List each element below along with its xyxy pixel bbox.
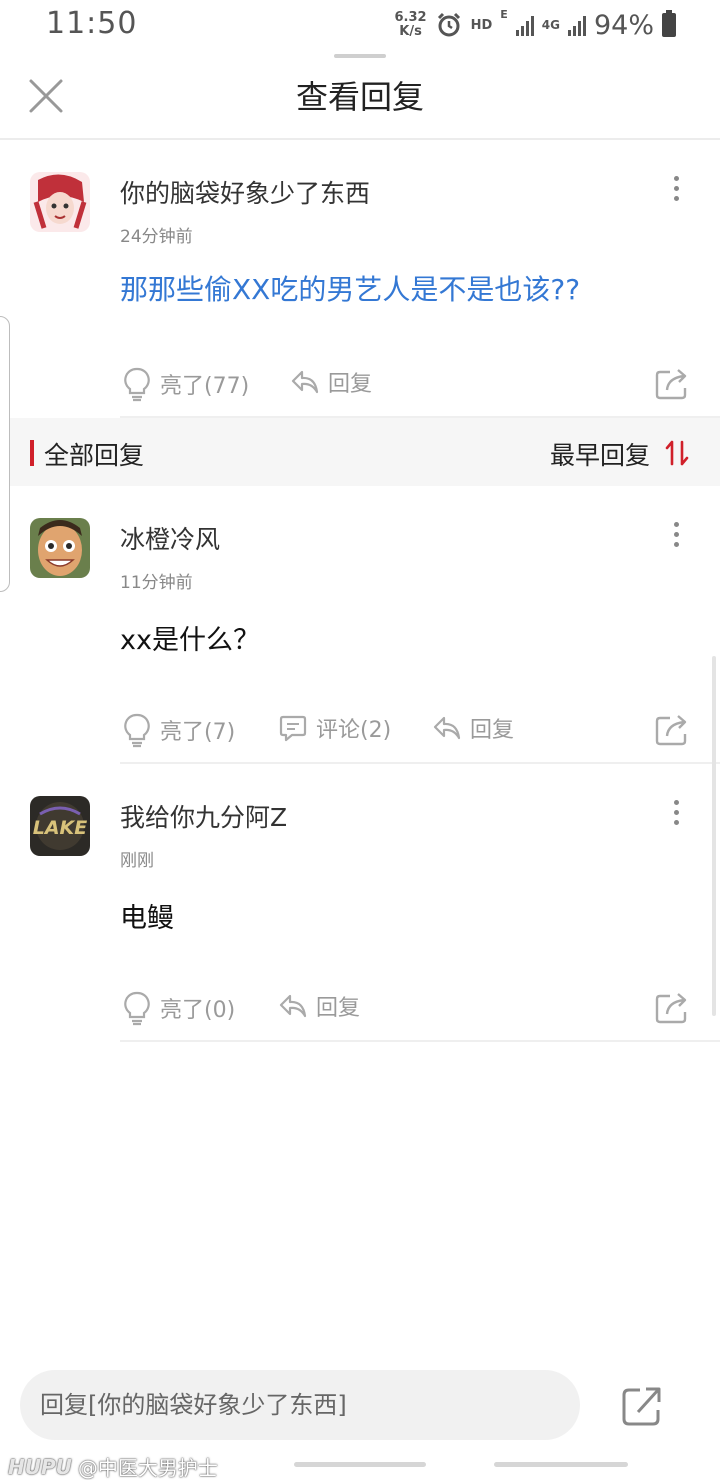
avatar[interactable]: LAKE — [30, 796, 90, 856]
share-icon[interactable] — [620, 1384, 664, 1428]
reply-arrow-icon — [279, 994, 307, 1018]
light-button[interactable]: 亮了(7) — [122, 712, 235, 748]
reply-label: 回复 — [328, 372, 373, 397]
reply-input[interactable] — [20, 1370, 580, 1440]
section-marker — [30, 440, 34, 466]
e-label: E — [500, 8, 508, 21]
post-time: 11分钟前 — [120, 573, 193, 593]
light-count: 亮了(0) — [160, 998, 236, 1023]
reply-label: 回复 — [470, 718, 515, 743]
post-time: 刚刚 — [120, 851, 154, 871]
username[interactable]: 你的脑袋好象少了东西 — [120, 174, 370, 210]
reply-button[interactable]: 回复 — [432, 712, 514, 744]
comment-content: 那那些偷XX吃的男艺人是不是也该?? — [120, 273, 581, 306]
light-count: 亮了(77) — [160, 374, 250, 399]
hd-label: HD — [470, 17, 493, 33]
reply-content: xx是什么？ — [120, 625, 260, 656]
section-title: 全部回复 — [44, 441, 145, 470]
all-replies-bar: 全部回复 最早回复 — [10, 418, 720, 486]
signal-icon — [515, 14, 534, 36]
more-options-button[interactable] — [666, 168, 686, 208]
reply-arrow-icon — [291, 370, 319, 394]
comment-count: 评论(2) — [316, 718, 392, 743]
avatar[interactable] — [30, 518, 90, 578]
battery-icon — [662, 10, 676, 37]
drag-handle[interactable] — [334, 54, 386, 58]
status-time: 11:50 — [46, 6, 138, 41]
nav-indicator — [294, 1462, 426, 1467]
watermark-user: @中医大男护士 — [77, 1456, 218, 1480]
username[interactable]: 冰橙冷风 — [120, 520, 220, 556]
light-button[interactable]: 亮了(77) — [122, 366, 249, 402]
light-count: 亮了(7) — [160, 720, 236, 745]
comment-icon — [279, 715, 307, 742]
share-icon[interactable] — [654, 366, 690, 400]
lightbulb-icon — [124, 713, 150, 748]
scrollbar[interactable] — [712, 656, 716, 1016]
share-icon[interactable] — [654, 712, 690, 746]
reply-arrow-icon — [433, 716, 461, 740]
page-title: 查看回复 — [295, 78, 424, 116]
nav-indicator — [494, 1462, 628, 1467]
battery-percent: 94% — [593, 9, 654, 41]
lightbulb-icon — [124, 991, 150, 1026]
network-speed: 6.32 K/s — [394, 10, 427, 39]
row-divider — [120, 1040, 720, 1042]
username[interactable]: 我给你九分阿Z — [120, 798, 287, 834]
reply-button[interactable]: 回复 — [290, 366, 372, 398]
status-icons: 6.32 K/s HD E 4G 94% — [395, 8, 676, 42]
more-options-button[interactable] — [666, 514, 686, 554]
watermark-brand: HUPU — [8, 1454, 72, 1479]
signal-icon — [567, 14, 586, 36]
reply-label: 回复 — [316, 996, 361, 1021]
avatar[interactable] — [30, 172, 90, 232]
lte-label: 4G — [541, 18, 560, 32]
reply-content: 电鳗 — [120, 903, 174, 934]
header-divider — [0, 138, 720, 140]
svg-text:LAKE: LAKE — [33, 817, 88, 839]
sort-order-button[interactable]: 最早回复 — [550, 436, 650, 472]
reply-button[interactable]: 回复 — [278, 990, 360, 1022]
post-time: 24分钟前 — [120, 227, 193, 247]
side-drawer-tab[interactable] — [0, 316, 10, 592]
watermark: HUPU @中医大男护士 — [8, 1452, 218, 1480]
row-divider — [120, 762, 720, 764]
sort-icon[interactable] — [664, 438, 690, 468]
share-icon[interactable] — [654, 990, 690, 1024]
alarm-icon — [437, 12, 460, 37]
comment-button[interactable]: 评论(2) — [278, 712, 391, 744]
light-button[interactable]: 亮了(0) — [122, 990, 235, 1026]
more-options-button[interactable] — [666, 792, 686, 832]
lightbulb-icon — [124, 367, 150, 402]
